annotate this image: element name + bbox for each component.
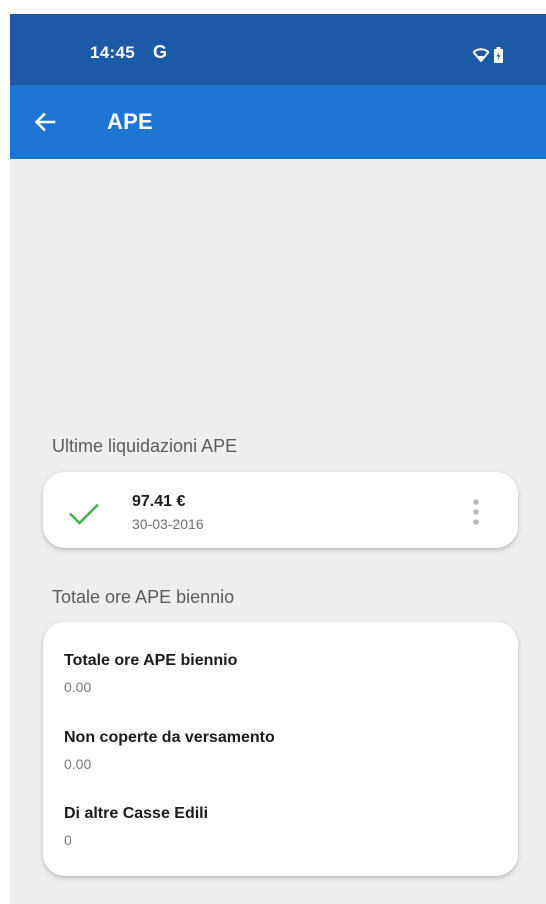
status-time: 14:45	[90, 43, 135, 62]
app-bar: APE	[10, 85, 546, 159]
app-screen: 14:45 G APE Ultime liquidazioni APE 97.4…	[10, 14, 546, 904]
page-title: APE	[107, 109, 153, 134]
wifi-icon	[473, 48, 489, 62]
totals-card: Totale ore APE biennio 0.00 Non coperte …	[43, 622, 518, 876]
status-bar: 14:45 G	[10, 14, 546, 85]
more-vert-icon	[473, 499, 479, 525]
stat-value-total-hours: 0.00	[64, 679, 92, 695]
stat-label-total-hours: Totale ore APE biennio	[64, 652, 238, 669]
stat-label-uncovered: Non coperte da versamento	[64, 729, 275, 746]
back-button[interactable]	[26, 103, 64, 141]
liquidation-card[interactable]: 97.41 € 30-03-2016	[43, 472, 518, 548]
liquidations-section-title: Ultime liquidazioni APE	[52, 436, 238, 456]
stat-label-other-funds: Di altre Casse Edili	[64, 805, 209, 822]
check-icon	[69, 503, 99, 525]
liquidation-date: 30-03-2016	[132, 516, 204, 532]
more-options-button[interactable]	[463, 492, 489, 532]
google-notification-icon: G	[153, 42, 168, 62]
totals-section-title: Totale ore APE biennio	[52, 587, 235, 607]
liquidation-amount: 97.41 €	[132, 493, 186, 510]
stat-value-uncovered: 0.00	[64, 756, 92, 772]
arrow-back-icon	[34, 112, 56, 132]
battery-icon	[494, 47, 503, 63]
stat-value-other-funds: 0	[64, 832, 72, 848]
